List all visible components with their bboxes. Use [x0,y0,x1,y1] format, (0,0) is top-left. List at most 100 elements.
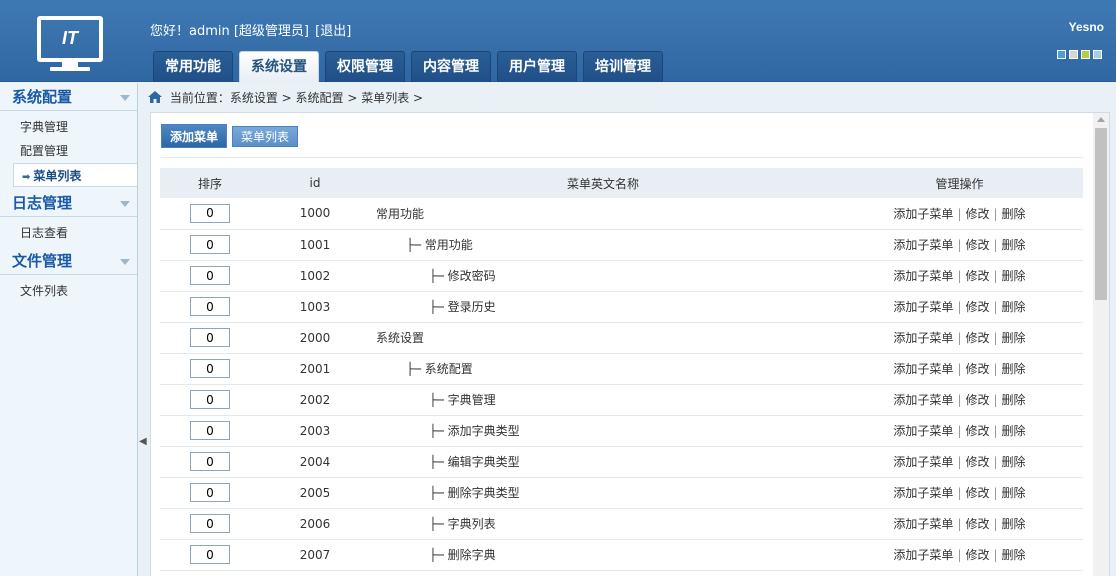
table-row: 2002 ├─ 字典管理添加子菜单|修改|删除 [160,384,1083,416]
vertical-scrollbar[interactable] [1093,113,1109,576]
sidebar-item-0-0[interactable]: 字典管理 [0,115,137,139]
theme-swatch-1[interactable] [1069,50,1078,59]
nav-tab-3[interactable]: 内容管理 [411,51,491,82]
table-row: 1000常用功能添加子菜单|修改|删除 [160,198,1083,230]
add-submenu-link[interactable]: 添加子菜单 [893,393,953,407]
ops-separator: | [993,548,998,562]
add-submenu-link[interactable]: 添加子菜单 [893,548,953,562]
menu-name-cell: ├─ 删除字典 [370,539,836,571]
menu-id: 2006 [260,508,370,540]
sort-order-input[interactable] [190,483,230,502]
theme-swatch-0[interactable] [1057,50,1066,59]
sort-order-input[interactable] [190,203,230,223]
delete-link[interactable]: 删除 [1002,331,1026,345]
ops-separator: | [993,300,998,314]
edit-link[interactable]: 修改 [965,362,989,376]
add-submenu-link[interactable]: 添加子菜单 [893,362,953,376]
ops-separator: | [993,362,998,376]
add-submenu-link[interactable]: 添加子菜单 [893,207,953,221]
delete-link[interactable]: 删除 [1002,269,1026,283]
sidebar-item-0-2[interactable]: ➡ 菜单列表 [13,163,137,187]
sidebar-group-1[interactable]: 日志管理 [0,189,137,217]
sort-order-input[interactable] [190,390,230,409]
edit-link[interactable]: 修改 [965,393,989,407]
edit-link[interactable]: 修改 [965,300,989,314]
sidebar-group-0[interactable]: 系统配置 [0,83,137,111]
menu-id: 2003 [260,415,370,447]
menu-name: ├─ 修改密码 [376,269,496,283]
delete-link[interactable]: 删除 [1002,548,1026,562]
add-submenu-link[interactable]: 添加子菜单 [893,331,953,345]
sidebar-item-label: 日志查看 [20,226,69,240]
scroll-up-icon[interactable] [1097,117,1105,122]
delete-link[interactable]: 删除 [1002,455,1026,469]
edit-link[interactable]: 修改 [965,517,989,531]
delete-link[interactable]: 删除 [1002,238,1026,252]
delete-link[interactable]: 删除 [1002,362,1026,376]
sort-order-input[interactable] [190,297,230,316]
header-sort: 排序 [160,168,260,198]
menu-name: ├─ 编辑字典类型 [376,455,520,469]
delete-link[interactable]: 删除 [1002,424,1026,438]
sidebar-item-label: 配置管理 [20,144,69,158]
edit-link[interactable]: 修改 [965,238,989,252]
edit-link[interactable]: 修改 [965,207,989,221]
add-submenu-link[interactable]: 添加子菜单 [893,486,953,500]
add-submenu-link[interactable]: 添加子菜单 [893,517,953,531]
edit-link[interactable]: 修改 [965,424,989,438]
menu-id: 1000 [260,198,370,230]
sort-order-input[interactable] [190,421,230,440]
sidebar-item-1-0[interactable]: 日志查看 [0,221,137,245]
sort-order-input[interactable] [190,514,230,533]
edit-link[interactable]: 修改 [965,269,989,283]
delete-link[interactable]: 删除 [1002,486,1026,500]
add-submenu-link[interactable]: 添加子菜单 [893,455,953,469]
nav-tab-4[interactable]: 用户管理 [497,51,577,82]
ops-separator: | [993,269,998,283]
add-submenu-link[interactable]: 添加子菜单 [893,424,953,438]
ops-separator: | [957,269,962,283]
sidebar-item-0-1[interactable]: 配置管理 [0,139,137,163]
sort-order-input[interactable] [190,235,230,254]
sort-cell [160,415,260,447]
menu-list-button[interactable]: 菜单列表 [232,126,299,147]
delete-link[interactable]: 删除 [1002,207,1026,221]
logout-link[interactable]: [退出] [315,24,351,39]
sort-order-input[interactable] [190,359,230,378]
theme-swatch-2[interactable] [1081,50,1090,59]
scroll-thumb[interactable] [1095,128,1107,300]
sort-order-input[interactable] [190,266,230,285]
nav-tab-2[interactable]: 权限管理 [325,51,405,82]
ops-separator: | [993,424,998,438]
sidebar-group-2[interactable]: 文件管理 [0,247,137,275]
sidebar-collapse-icon[interactable]: ◀ [139,436,149,452]
ops-cell: 添加子菜单 | 修改 | 删除 [836,384,1083,416]
edit-link[interactable]: 修改 [965,455,989,469]
sort-order-input[interactable] [190,545,230,564]
nav-tab-1[interactable]: 系统设置 [239,51,319,82]
add-submenu-link[interactable]: 添加子菜单 [893,238,953,252]
greeting-text: 您好！admin [超级管理员] [150,24,310,39]
ops-separator: | [957,331,962,345]
ops-cell: 添加子菜单 | 修改 | 删除 [836,291,1083,323]
delete-link[interactable]: 删除 [1002,300,1026,314]
add-menu-button[interactable]: 添加菜单 [161,124,228,148]
menu-name: ├─ 登录历史 [376,300,496,314]
nav-tab-0[interactable]: 常用功能 [153,51,233,82]
add-submenu-link[interactable]: 添加子菜单 [893,300,953,314]
edit-link[interactable]: 修改 [965,486,989,500]
menu-id: 2005 [260,477,370,509]
sort-order-input[interactable] [190,452,230,471]
menu-name-cell: ├─ 字典管理 [370,384,836,416]
edit-link[interactable]: 修改 [965,548,989,562]
logo: IT [0,0,140,82]
edit-link[interactable]: 修改 [965,331,989,345]
sort-order-input[interactable] [190,328,230,347]
delete-link[interactable]: 删除 [1002,393,1026,407]
nav-tab-5[interactable]: 培训管理 [583,51,663,82]
delete-link[interactable]: 删除 [1002,517,1026,531]
add-submenu-link[interactable]: 添加子菜单 [893,269,953,283]
menu-id: 2001 [260,353,370,385]
sidebar-item-2-0[interactable]: 文件列表 [0,279,137,303]
theme-swatch-3[interactable] [1093,50,1102,59]
